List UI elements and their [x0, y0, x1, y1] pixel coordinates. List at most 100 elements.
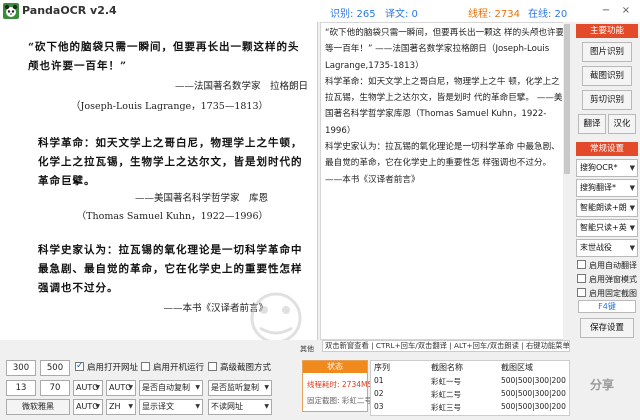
source-image-pane: “砍下他的脑袋只需一瞬间，但要再长出一颗这样的头颅也许要一百年！” ——法国著名… [0, 22, 318, 340]
screenshot-recognize-button[interactable]: 截图识别 [582, 66, 632, 86]
checkbox-box[interactable] [577, 288, 586, 297]
checkbox-box[interactable] [577, 260, 586, 269]
translate-engine-value: 搜狗翻译* [580, 183, 616, 192]
show-translation-select[interactable]: 显示译文 ▼ [139, 399, 203, 415]
checkbox-box[interactable] [141, 362, 150, 371]
main-functions-header: 主要功能 [576, 24, 638, 38]
image-recognize-button[interactable]: 图片识别 [582, 42, 632, 62]
ocr-lang-select[interactable]: AUTO ▼ [73, 399, 103, 415]
stat-recognized: 识别: 265 [330, 9, 376, 20]
auto-translate-checkbox[interactable]: 启用自动翻译 [577, 260, 637, 272]
auto-copy-value: 是否自动复制 [142, 383, 190, 392]
table-row-index[interactable]: 02 [374, 389, 384, 398]
ocr-result-text[interactable]: “砍下他的脑袋只需一瞬间，但要再长出一颗这 样的头颅也许要等一百年！” ——法国… [325, 25, 568, 188]
read-language-value: 智能只读+英 [580, 223, 627, 232]
clipboard-recognize-button[interactable]: 剪切识别 [582, 90, 632, 110]
popup-mode-checkbox[interactable]: 启用弹窗模式 [577, 274, 637, 286]
chevron-down-icon: ▼ [629, 244, 635, 252]
stat-online: 在线: 20 [528, 9, 568, 20]
attribution-4: （Thomas Samuel Kuhn，1922—1996） [76, 211, 268, 222]
height-input[interactable]: 500 [40, 360, 70, 376]
fixed-screenshot-checkbox[interactable]: 启用固定截图 [577, 288, 637, 300]
translate-button[interactable]: 翻译 [578, 114, 606, 134]
target-lang-select[interactable]: AUTO ▼ [106, 380, 136, 396]
save-settings-button[interactable]: 保存设置 [580, 318, 634, 338]
checkbox-box[interactable] [577, 274, 586, 283]
read-language-select[interactable]: 智能只读+英 ▼ [576, 219, 638, 237]
output-lang-select[interactable]: ZH ▼ [106, 399, 136, 415]
panda-watermark-icon [250, 292, 302, 340]
autostart-checkbox[interactable]: 启用开机运行 [141, 362, 204, 374]
title-bar: PandaOCR v2.4 识别: 265 译文: 0 线程: 2734 在线:… [0, 0, 640, 22]
table-row-region[interactable]: 500|500|300|200 [501, 402, 566, 411]
hotkey-field[interactable]: F4键 [578, 300, 636, 313]
attribution-2: （Joseph-Louis Lagrange，1735—1813） [71, 101, 268, 112]
minimize-icon[interactable]: − [600, 5, 612, 17]
stat-translated: 译文: 0 [385, 9, 418, 20]
advanced-screenshot-checkbox[interactable]: 高级截图方式 [208, 362, 271, 374]
width-input[interactable]: 300 [6, 360, 36, 376]
listen-copy-select[interactable]: 是否监听复制 ▼ [208, 380, 272, 396]
stat-threads: 线程: 2734 [468, 9, 520, 20]
checkbox-box[interactable] [208, 362, 217, 371]
scrollbar-thumb[interactable] [564, 24, 570, 174]
auto-copy-select[interactable]: 是否自动复制 ▼ [139, 380, 203, 396]
table-row-index[interactable]: 01 [374, 376, 384, 385]
chevron-down-icon: ▼ [264, 403, 269, 410]
chevron-down-icon: ▼ [128, 403, 133, 410]
table-row-region[interactable]: 500|500|300|200 [501, 389, 566, 398]
popup-mode-label: 启用弹窗模式 [589, 275, 637, 284]
theme-select[interactable]: 末世战役 ▼ [576, 239, 638, 257]
ocr-result-pane[interactable]: “砍下他的脑袋只需一瞬间，但要再长出一颗这 样的头颅也许要等一百年！” ——法国… [320, 22, 571, 340]
other-label: 其他 [300, 345, 314, 353]
chevron-down-icon: ▼ [629, 204, 635, 212]
ocr-engine-value: 搜狗OCR* [580, 163, 618, 172]
open-url-checkbox[interactable]: 启用打开网址 [75, 360, 138, 374]
read-url-select[interactable]: 不读网址 ▼ [208, 399, 272, 415]
ocr-line-1: “砍下他的脑袋只需一瞬间，但要再长出一颗这 样的头颅也许要等一百年！” ——法国… [325, 28, 565, 71]
chevron-down-icon: ▼ [128, 384, 133, 391]
chevron-down-icon: ▼ [629, 164, 635, 172]
checkbox-box[interactable] [75, 360, 84, 372]
attribution-1: ——法国著名数学家 拉格朗日 [174, 81, 308, 92]
app-title: PandaOCR v2.4 [22, 4, 117, 17]
general-settings-header: 常规设置 [576, 142, 638, 156]
status-panel: 状态 线程耗时: 2734MS 固定截图: 彩虹二号 [302, 360, 372, 412]
column-header-index: 序列 [374, 363, 390, 372]
localize-button[interactable]: 汉化 [608, 114, 636, 134]
status-header: 状态 [303, 361, 367, 373]
source-lang-select[interactable]: AUTO ▼ [73, 380, 103, 396]
close-icon[interactable]: × [620, 5, 632, 17]
read-mode-select[interactable]: 智能朗读+朗 ▼ [576, 199, 638, 217]
share-badge: 分享 [590, 378, 615, 392]
ocr-line-2: 科学革命：如天文学上之哥白尼，物理学上之牛 顿，化学上之拉瓦锡，生物学上之达尔文… [325, 76, 563, 136]
table-row-name[interactable]: 彩虹二号 [431, 389, 461, 400]
table-row-region[interactable]: 500|500|300|200 [501, 376, 566, 385]
ocr-engine-select[interactable]: 搜狗OCR* ▼ [576, 159, 638, 177]
chevron-down-icon: ▼ [629, 184, 635, 192]
fixed-screenshot-label: 启用固定截图 [589, 289, 637, 298]
read-url-value: 不读网址 [211, 402, 243, 411]
thread-time-text: 线程耗时: 2734MS [307, 380, 373, 389]
column-header-name: 截图名称 [431, 363, 463, 372]
font-button[interactable]: 微软雅黑 [6, 399, 70, 415]
opacity-input[interactable]: 70 [40, 380, 70, 396]
table-row-index[interactable]: 03 [374, 402, 384, 411]
ocr-scrollbar[interactable] [563, 22, 571, 340]
quote-paragraph-1: “砍下他的脑袋只需一瞬间，但要再长出一颗这样的头颅也许要一百年！” [28, 41, 300, 72]
listen-copy-value: 是否监听复制 [211, 383, 259, 392]
panda-logo-icon [3, 3, 19, 19]
translate-engine-select[interactable]: 搜狗翻译* ▼ [576, 179, 638, 197]
font-size-input[interactable]: 13 [6, 380, 36, 396]
theme-value: 末世战役 [580, 243, 612, 252]
chevron-down-icon: ▼ [195, 403, 200, 410]
autostart-label: 启用开机运行 [153, 363, 205, 373]
table-row-name[interactable]: 彩虹三号 [431, 402, 461, 413]
column-header-region: 截图区域 [501, 363, 533, 372]
quote-paragraph-2: 科学革命：如天文学上之哥白尼，物理学上之牛顿，化学上之拉瓦锡，生物学上之达尔文，… [38, 137, 303, 187]
chevron-down-icon: ▼ [195, 384, 200, 391]
ocr-line-3: 科学史家认为：拉瓦锡的氧化理论是一切科学革命 中最急剧、最自觉的革命，它在化学史… [325, 142, 560, 185]
chevron-down-icon: ▼ [629, 224, 635, 232]
table-row-name[interactable]: 彩虹一号 [431, 376, 461, 387]
auto-translate-label: 启用自动翻译 [589, 261, 637, 270]
